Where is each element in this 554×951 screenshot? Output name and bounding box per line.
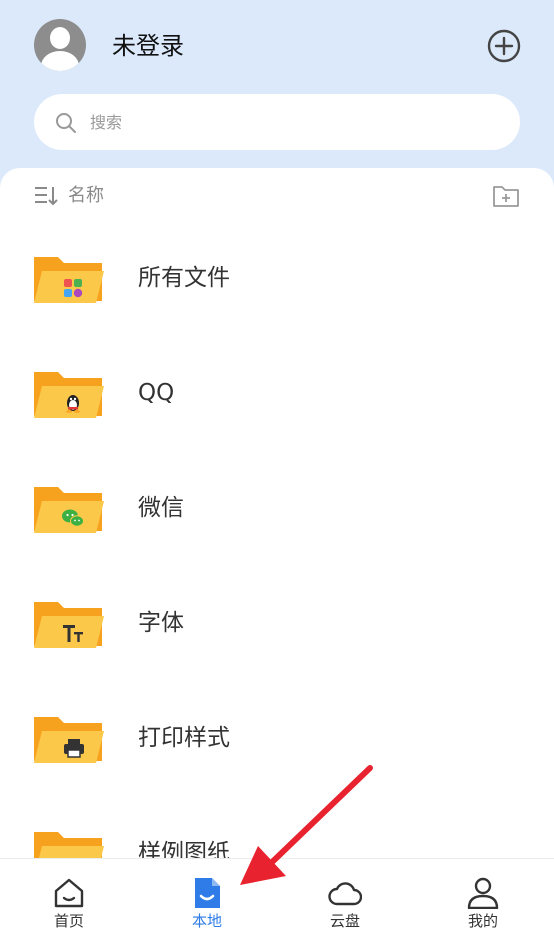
folder-label: 打印样式 bbox=[138, 725, 230, 751]
folder-item[interactable]: 字体 bbox=[0, 565, 554, 680]
nav-label: 本地 bbox=[191, 912, 222, 930]
cloud-icon bbox=[328, 882, 362, 906]
sort-icon[interactable] bbox=[33, 184, 59, 208]
nav-cloud[interactable]: 云盘 bbox=[276, 859, 414, 951]
sort-label[interactable]: 名称 bbox=[68, 184, 104, 208]
bottom-nav: 首页 本地 云盘 我的 bbox=[0, 858, 554, 951]
folder-label: 字体 bbox=[138, 610, 184, 636]
nav-local[interactable]: 本地 bbox=[138, 859, 276, 951]
search-input[interactable] bbox=[90, 94, 490, 150]
user-avatar[interactable] bbox=[34, 19, 86, 71]
list-toolbar: 名称 bbox=[0, 168, 554, 224]
folder-print-icon bbox=[34, 717, 104, 763]
folder-item[interactable]: QQ bbox=[0, 335, 554, 450]
nav-home[interactable]: 首页 bbox=[0, 859, 138, 951]
folder-item[interactable]: 所有文件 bbox=[0, 220, 554, 335]
nav-label: 我的 bbox=[467, 912, 498, 930]
folder-label: 微信 bbox=[138, 495, 184, 521]
local-file-icon bbox=[195, 878, 220, 908]
folder-item[interactable]: 打印样式 bbox=[0, 680, 554, 795]
folder-label: 所有文件 bbox=[138, 265, 230, 291]
nav-label: 首页 bbox=[53, 912, 84, 930]
folder-font-icon bbox=[34, 602, 104, 648]
file-sheet: 名称 所有文件 QQ 微信 字体 打印样式 样例图纸 bbox=[0, 168, 554, 951]
header: 未登录 bbox=[0, 0, 554, 180]
folder-list: 所有文件 QQ 微信 字体 打印样式 样例图纸 bbox=[0, 220, 554, 910]
plus-circle-icon[interactable] bbox=[486, 28, 522, 64]
nav-profile[interactable]: 我的 bbox=[414, 859, 552, 951]
profile-icon bbox=[467, 877, 499, 909]
home-icon bbox=[54, 878, 84, 908]
folder-qq-icon bbox=[34, 372, 104, 418]
folder-apps-icon bbox=[34, 257, 104, 303]
folder-label: QQ bbox=[138, 380, 175, 406]
folder-wechat-icon bbox=[34, 487, 104, 533]
username-label[interactable]: 未登录 bbox=[112, 30, 184, 62]
folder-item[interactable]: 微信 bbox=[0, 450, 554, 565]
search-icon bbox=[56, 113, 76, 133]
new-folder-icon[interactable] bbox=[492, 182, 520, 208]
search-bar[interactable] bbox=[34, 94, 520, 150]
nav-label: 云盘 bbox=[329, 912, 360, 930]
